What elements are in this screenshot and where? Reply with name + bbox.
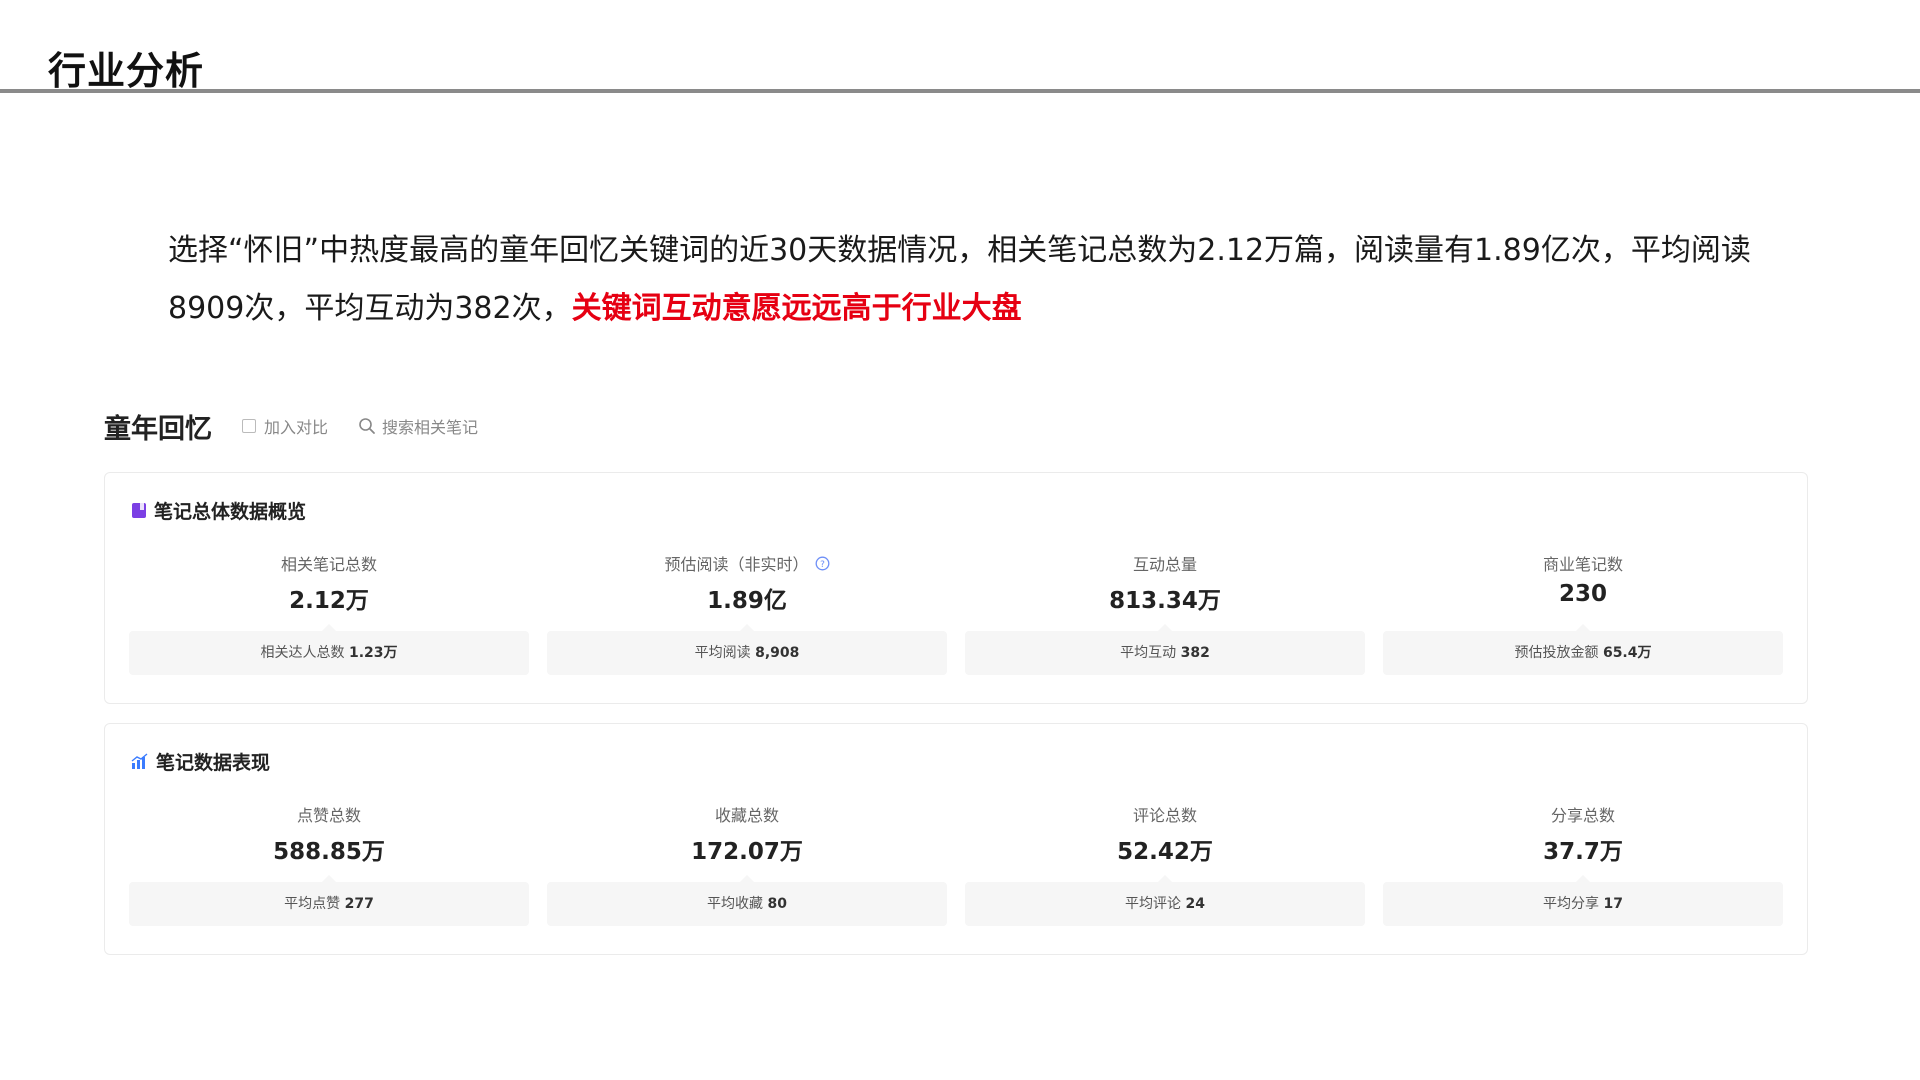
metric-label-wrap: 预估阅读（非实时）? [547,551,947,575]
intro-highlight: 关键词互动意愿远远高于行业大盘 [571,291,1022,326]
metric-sub: 平均分享 17 [1383,875,1783,926]
metric-sub-label: 相关达人总数 [260,645,345,661]
metric-sub: 相关达人总数 1.23万 [129,624,529,675]
metric-sub: 平均阅读 8,908 [547,624,947,675]
metric-sub-value: 8,908 [755,645,800,661]
metric-sub: 预估投放金额 65.4万 [1383,624,1783,675]
metric-sub-value: 24 [1185,896,1205,912]
metric-sub-label: 平均阅读 [694,645,751,661]
metric-favorites: 收藏总数 172.07万 平均收藏 80 [547,794,947,934]
keyword-title: 童年回忆 [104,413,212,445]
metric-sub-value: 17 [1603,896,1623,912]
metric-label: 互动总量 [1132,555,1197,574]
metric-sub: 平均收藏 80 [547,875,947,926]
metric-interactions: 互动总量 813.34万 平均互动 382 [965,543,1365,683]
metric-estimated-reads: 预估阅读（非实时）? 1.89亿 平均阅读 8,908 [547,543,947,683]
keyword-header: 童年回忆 加入对比 搜索相关笔记 [104,408,478,445]
metric-sub-value: 382 [1180,645,1210,661]
metric-value: 588.85万 [273,839,385,865]
performance-card-header: 笔记数据表现 [131,748,270,775]
metric-sub-label: 平均点赞 [284,896,341,912]
metric-label: 评论总数 [1132,806,1197,825]
performance-card-title: 笔记数据表现 [156,752,271,774]
metric-value: 172.07万 [691,839,803,865]
metric-sub-label: 平均互动 [1120,645,1177,661]
bar-chart-icon [131,753,149,770]
question-icon[interactable]: ? [815,556,830,575]
metric-label: 商业笔记数 [1542,555,1623,574]
metric-value: 2.12万 [289,588,369,614]
metric-value: 37.7万 [1543,839,1623,865]
metric-comments: 评论总数 52.42万 平均评论 24 [965,794,1365,934]
metric-value: 52.42万 [1117,839,1213,865]
metric-sub-label: 平均评论 [1125,896,1182,912]
metric-related-notes: 相关笔记总数 2.12万 相关达人总数 1.23万 [129,543,529,683]
metric-value: 230 [1558,581,1607,607]
metric-value: 1.89亿 [707,588,787,614]
metric-sub-value: 1.23万 [348,645,398,661]
search-label: 搜索相关笔记 [382,418,479,437]
svg-text:?: ? [820,560,825,570]
search-icon [359,418,375,434]
metric-label: 预估阅读（非实时） [664,555,809,574]
metric-sub-label: 预估投放金额 [1514,645,1599,661]
metric-sub: 平均评论 24 [965,875,1365,926]
checkbox-icon[interactable] [242,419,256,433]
intro-paragraph: 选择“怀旧”中热度最高的童年回忆关键词的近30天数据情况，相关笔记总数为2.12… [168,222,1778,338]
metric-label: 点赞总数 [296,806,361,825]
notebook-icon [131,502,147,519]
metric-sub: 平均点赞 277 [129,875,529,926]
metric-commercial-notes: 商业笔记数 230 预估投放金额 65.4万 [1383,543,1783,683]
slide-title: 行业分析 [48,49,205,93]
metric-sub-value: 277 [344,896,374,912]
metric-label: 分享总数 [1550,806,1615,825]
metric-label: 收藏总数 [714,806,779,825]
metric-sub-label: 平均分享 [1543,896,1600,912]
overview-card-title: 笔记总体数据概览 [154,501,307,523]
overview-metrics: 相关笔记总数 2.12万 相关达人总数 1.23万 预估阅读（非实时）? 1.8… [129,543,1785,683]
title-divider [0,89,1920,93]
metric-label: 相关笔记总数 [280,555,377,574]
metric-sub: 平均互动 382 [965,624,1365,675]
metric-likes: 点赞总数 588.85万 平均点赞 277 [129,794,529,934]
performance-card: 笔记数据表现 点赞总数 588.85万 平均点赞 277 收藏总数 172.07… [104,723,1808,955]
compare-label: 加入对比 [264,418,329,437]
overview-card-header: 笔记总体数据概览 [131,497,306,524]
performance-metrics: 点赞总数 588.85万 平均点赞 277 收藏总数 172.07万 平均收藏 … [129,794,1785,934]
slide: 行业分析 选择“怀旧”中热度最高的童年回忆关键词的近30天数据情况，相关笔记总数… [0,0,1920,1080]
metric-sub-value: 65.4万 [1602,645,1652,661]
metric-sub-label: 平均收藏 [707,896,764,912]
overview-card: 笔记总体数据概览 相关笔记总数 2.12万 相关达人总数 1.23万 预估阅读（… [104,472,1808,704]
metric-value: 813.34万 [1109,588,1221,614]
metric-sub-value: 80 [767,896,787,912]
compare-toggle[interactable]: 加入对比 [242,414,328,438]
metric-shares: 分享总数 37.7万 平均分享 17 [1383,794,1783,934]
search-notes-link[interactable]: 搜索相关笔记 [358,414,478,438]
